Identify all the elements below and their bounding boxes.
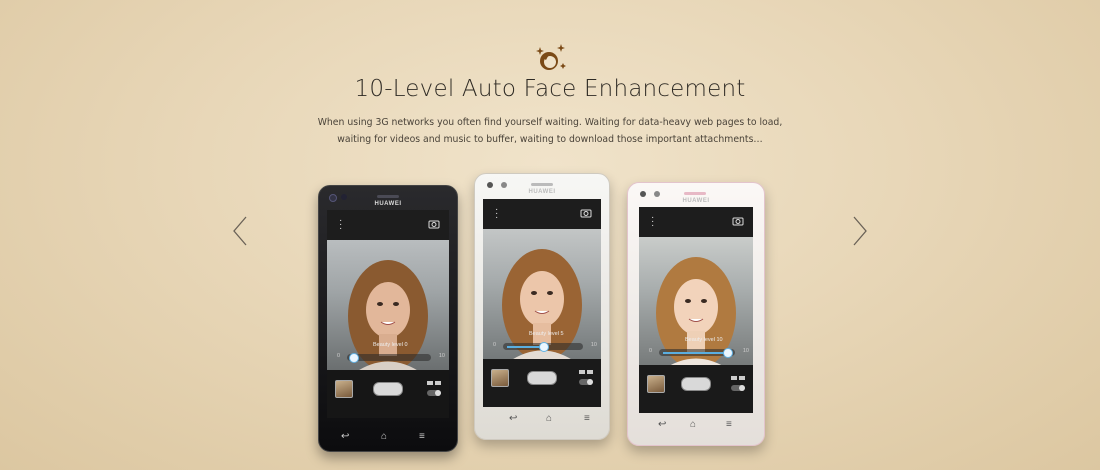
nav-keys: ↩ ⌂ ≡ [628,419,764,433]
beauty-level-label: Beauty level 10 [685,337,723,343]
gallery-thumbnail[interactable] [647,375,665,393]
menu-dots-icon[interactable]: · · · [651,213,654,231]
feature-title: 10-Level Auto Face Enhancement [354,76,746,102]
camera-screen: · · · Beauty level 5 0 10 [483,199,601,407]
phone-white: HUAWEI · · · Beauty level 5 0 10 ↩ ⌂ ≡ [474,173,610,440]
shutter-button[interactable] [527,371,557,385]
back-key-icon[interactable]: ↩ [658,419,666,430]
menu-key-icon[interactable]: ≡ [584,413,590,424]
back-key-icon[interactable]: ↩ [341,431,349,442]
chevron-left-icon[interactable] [230,215,250,247]
phone-pink: HUAWEI · · · Beauty level 10 0 10 ↩ ⌂ ≡ [627,182,765,446]
switch-camera-icon[interactable] [732,215,744,226]
slider-thumb[interactable] [349,353,359,363]
home-key-icon[interactable]: ⌂ [381,431,387,442]
beauty-slider[interactable]: Beauty level 0 0 10 [327,342,449,370]
home-key-icon[interactable]: ⌂ [546,413,552,424]
camera-mode-toggle[interactable] [578,369,594,387]
portrait-preview: Beauty level 5 0 10 [483,229,601,363]
slider-thumb[interactable] [539,342,549,352]
camera-mode-toggle[interactable] [426,380,442,398]
slider-min: 0 [337,353,341,359]
shutter-button[interactable] [681,377,711,391]
menu-key-icon[interactable]: ≡ [726,419,732,430]
description-line-2: waiting for videos and music to buffer, … [337,134,763,145]
camera-screen: · · · Beauty level 10 0 10 [639,207,753,413]
back-key-icon[interactable]: ↩ [509,413,517,424]
home-key-icon[interactable]: ⌂ [690,419,696,430]
switch-camera-icon[interactable] [428,218,440,229]
switch-camera-icon[interactable] [580,207,592,218]
gallery-thumbnail[interactable] [335,380,353,398]
slider-min: 0 [649,348,653,354]
slider-max: 10 [590,342,597,348]
beauty-level-label: Beauty level 5 [529,331,564,337]
face-beauty-icon [536,44,566,70]
beauty-slider[interactable]: Beauty level 5 0 10 [483,331,601,359]
brand-logo: HUAWEI [682,198,710,204]
slider-max: 10 [742,348,749,354]
brand-logo: HUAWEI [374,201,402,207]
menu-dots-icon[interactable]: · · · [339,216,342,234]
description-line-1: When using 3G networks you often find yo… [317,117,783,128]
nav-keys: ↩ ⌂ ≡ [319,431,457,445]
nav-keys: ↩ ⌂ ≡ [475,413,609,427]
gallery-thumbnail[interactable] [491,369,509,387]
feature-description: When using 3G networks you often find yo… [0,114,1100,148]
slider-thumb[interactable] [723,348,733,358]
menu-dots-icon[interactable]: · · · [495,205,498,223]
portrait-preview: Beauty level 10 0 10 [639,237,753,371]
camera-screen: · · · Beauty level 0 0 10 [327,210,449,418]
chevron-right-icon[interactable] [850,215,870,247]
phone-black: HUAWEI · · · Beauty level 0 0 10 ↩ ⌂ ≡ [318,185,458,452]
beauty-level-label: Beauty level 0 [373,342,408,348]
brand-logo: HUAWEI [528,189,556,195]
beauty-slider[interactable]: Beauty level 10 0 10 [639,337,753,365]
menu-key-icon[interactable]: ≡ [419,431,425,442]
portrait-preview: Beauty level 0 0 10 [327,240,449,374]
slider-max: 10 [438,353,445,359]
slider-min: 0 [493,342,497,348]
shutter-button[interactable] [373,382,403,396]
camera-mode-toggle[interactable] [730,375,746,393]
